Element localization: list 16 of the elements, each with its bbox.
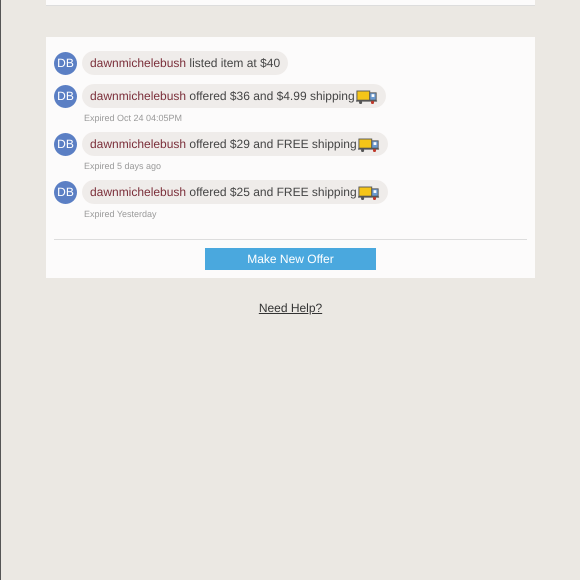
avatar: DB [54,180,77,204]
expiry-text: Expired Oct 24 04:05PM [84,113,184,123]
expiry-text: Expired 5 days ago [84,161,162,171]
offer-text: listed item at $40 [188,56,280,70]
username: dawnmichelebush [90,137,186,151]
avatar: DB [54,52,77,74]
help-link[interactable]: Need Help? [258,301,322,315]
expiry-text: Expired Yesterday [84,209,158,219]
offer-text: offered $25 and FREE shipping [188,185,357,199]
offer-text: offered $29 and FREE shipping [188,137,357,151]
username: dawnmichelebush [90,89,186,103]
avatar: DB [54,84,77,108]
username: dawnmichelebush [90,56,186,70]
avatar: DB [54,132,77,156]
username: dawnmichelebush [90,185,186,199]
offer-text: offered $36 and $4.99 shipping [188,89,355,103]
